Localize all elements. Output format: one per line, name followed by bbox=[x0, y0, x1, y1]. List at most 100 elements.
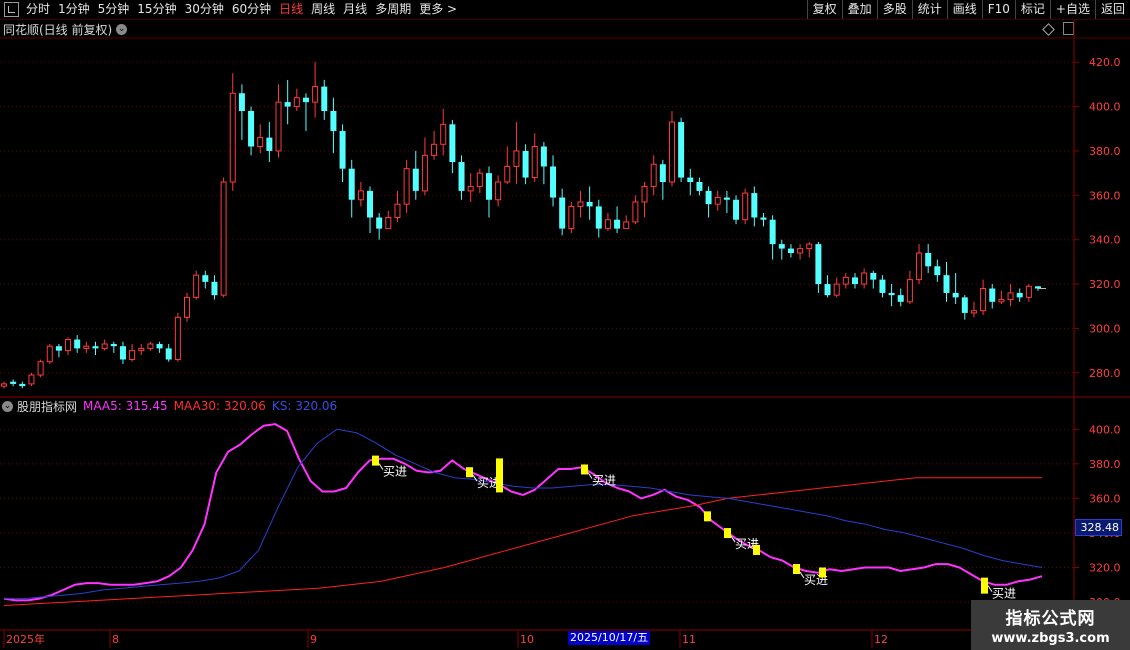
candle-body bbox=[659, 164, 666, 182]
watermark: 指标公式网 www.zbgs3.com bbox=[971, 600, 1130, 650]
candle-body bbox=[961, 297, 968, 313]
chart-title: 同花顺(日线 前复权) bbox=[3, 22, 113, 37]
toolbar-button[interactable]: 统计 bbox=[911, 0, 947, 19]
period-tabs: 分时 1分钟 5分钟 15分钟 30分钟 60分钟 日线 周线 月线 多周期 更多 > bbox=[0, 0, 461, 19]
candle-body bbox=[46, 345, 53, 363]
candle-body bbox=[19, 383, 26, 387]
period-tab[interactable]: 15分钟 bbox=[133, 0, 180, 19]
price-tick-label: 380.0 bbox=[1089, 145, 1121, 158]
candle-body bbox=[998, 299, 1005, 303]
candle-body bbox=[202, 275, 209, 282]
ks-line bbox=[4, 428, 1043, 600]
candle-body bbox=[742, 192, 749, 221]
time-tick-label: 2025年 bbox=[6, 632, 45, 646]
candle-body bbox=[870, 272, 877, 280]
candle-body bbox=[733, 199, 740, 220]
period-tab[interactable]: 30分钟 bbox=[181, 0, 228, 19]
indicator-header: ⌄ 股朋指标网 MAA5: 315.45 MAA30: 320.06 KS: 3… bbox=[2, 398, 343, 414]
diamond-icon[interactable] bbox=[1042, 23, 1055, 36]
candle-body bbox=[833, 283, 840, 296]
period-tab[interactable]: 月线 bbox=[339, 0, 371, 19]
candle-body bbox=[110, 343, 117, 347]
candle-body bbox=[916, 252, 923, 281]
layout-icon[interactable] bbox=[4, 2, 19, 17]
panel-toggle-icon[interactable] bbox=[1063, 22, 1074, 35]
candle-body bbox=[10, 381, 17, 384]
toolbar-button[interactable]: +自选 bbox=[1049, 0, 1095, 19]
kline-chart[interactable]: 买进买进 买进买进买进买进 420.0400.0380.0360.0340.032… bbox=[0, 0, 1130, 650]
candle-body bbox=[604, 219, 611, 230]
candle-body bbox=[302, 97, 309, 103]
candle-body bbox=[614, 219, 621, 229]
chevron-down-icon[interactable]: ⌄ bbox=[2, 400, 13, 412]
candle-body bbox=[806, 243, 813, 250]
period-tab[interactable]: 60分钟 bbox=[228, 0, 275, 19]
candle-body bbox=[714, 197, 721, 205]
candle-body bbox=[980, 288, 987, 312]
buy-signal-marker bbox=[496, 458, 503, 493]
toolbar-button[interactable]: 返回 bbox=[1094, 0, 1130, 19]
candle-body bbox=[449, 124, 456, 163]
period-tab[interactable]: 周线 bbox=[307, 0, 339, 19]
candle-body bbox=[906, 279, 913, 303]
period-tab[interactable]: 多周期 bbox=[371, 0, 415, 19]
maa30-label: MAA30: 320.06 bbox=[173, 399, 266, 413]
candle-body bbox=[623, 221, 630, 230]
price-tick-label: 280.0 bbox=[1089, 367, 1121, 380]
toolbar-button[interactable]: 多股 bbox=[876, 0, 912, 19]
period-tab[interactable]: 分时 bbox=[22, 0, 54, 19]
candle-body bbox=[431, 143, 438, 156]
buy-signal-marker bbox=[466, 467, 473, 478]
price-tick-label: 320.0 bbox=[1089, 278, 1121, 291]
candle-body bbox=[824, 284, 831, 296]
candle-body bbox=[74, 339, 81, 349]
buy-signal-label: 买进 bbox=[992, 587, 1016, 601]
time-tick-label: 11 bbox=[682, 633, 696, 646]
buy-signal-marker bbox=[793, 564, 800, 575]
toolbar-button[interactable]: F10 bbox=[981, 0, 1015, 19]
candle-body bbox=[330, 111, 337, 131]
candle-body bbox=[952, 292, 959, 298]
candle-body bbox=[595, 206, 602, 229]
price-tick-label: 300.0 bbox=[1089, 322, 1121, 335]
buy-signal-pointer bbox=[987, 585, 993, 592]
candle-body bbox=[897, 295, 904, 302]
maa5-label: MAA5: 315.45 bbox=[83, 399, 168, 413]
period-tab[interactable]: 更多 > bbox=[415, 0, 461, 19]
candle-body bbox=[934, 266, 941, 276]
indicator-tick-label: 360.0 bbox=[1089, 492, 1121, 505]
candle-body bbox=[458, 162, 465, 191]
candle-body bbox=[989, 288, 996, 302]
buy-signal-marker bbox=[753, 544, 760, 555]
ks-label: KS: 320.06 bbox=[271, 399, 338, 413]
toolbar-button[interactable]: 标记 bbox=[1014, 0, 1050, 19]
candle-body bbox=[293, 97, 300, 108]
candle-body bbox=[476, 172, 483, 187]
period-tab[interactable]: 1分钟 bbox=[54, 0, 94, 19]
buy-signal-label: 买进 bbox=[804, 573, 828, 587]
candle-body bbox=[220, 181, 227, 296]
time-tick-label: 12 bbox=[874, 633, 888, 646]
candle-body bbox=[723, 197, 730, 200]
period-tab[interactable]: 日线 bbox=[275, 0, 307, 19]
candle-body bbox=[696, 182, 703, 191]
candle-body bbox=[412, 168, 419, 191]
candle-body bbox=[156, 343, 163, 349]
chevron-down-icon[interactable]: ⌄ bbox=[116, 23, 128, 35]
candle-body bbox=[504, 165, 511, 183]
candle-body bbox=[193, 274, 200, 298]
candle-body bbox=[641, 185, 648, 203]
toolbar-button[interactable]: 画线 bbox=[946, 0, 982, 19]
candle-body bbox=[815, 244, 822, 285]
candle-body bbox=[925, 253, 932, 267]
candle-body bbox=[83, 345, 90, 349]
time-tick-label: 8 bbox=[112, 633, 119, 646]
toolbar-button[interactable]: 叠加 bbox=[841, 0, 877, 19]
axes: 420.0 400.0 380.0 360.0 340.0 320.0 300.0 280.0… bbox=[0, 20, 1130, 650]
period-tab[interactable]: 5分钟 bbox=[94, 0, 134, 19]
time-tick-label: 9 bbox=[310, 633, 317, 646]
toolbar-button[interactable]: 复权 bbox=[806, 0, 842, 19]
candle-body bbox=[1025, 285, 1032, 298]
buy-signal-marker bbox=[981, 577, 988, 594]
candle-body bbox=[705, 190, 712, 205]
